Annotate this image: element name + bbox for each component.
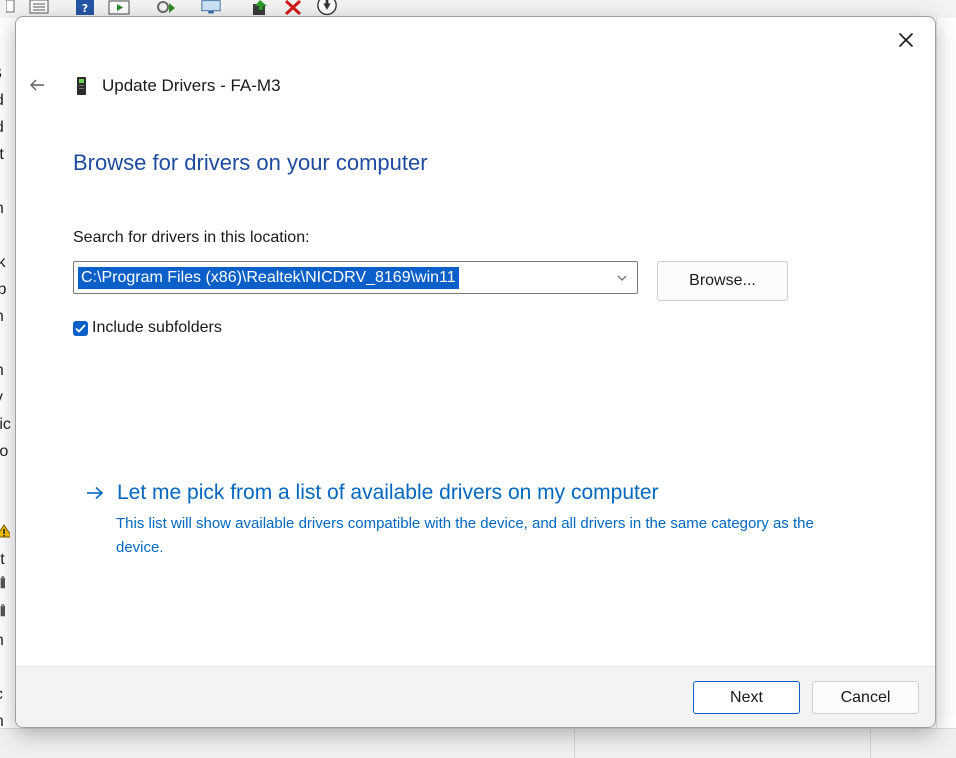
path-dropdown-button[interactable]	[609, 264, 635, 291]
monitor-icon[interactable]	[200, 0, 222, 16]
include-subfolders-label: Include subfolders	[92, 319, 222, 336]
download-icon[interactable]	[316, 0, 338, 16]
status-bar	[0, 728, 956, 758]
include-subfolders-checkbox[interactable]: Include subfolders	[73, 318, 222, 338]
pick-from-list-link[interactable]: Let me pick from a list of available dri…	[85, 479, 659, 507]
tree-item[interactable]: un	[0, 362, 4, 380]
pick-from-list-title[interactable]: Let me pick from a list of available dri…	[117, 479, 659, 507]
tree-item[interactable]: Mic	[0, 416, 11, 434]
help-icon[interactable]: ?	[74, 0, 96, 16]
driver-path-input[interactable]: C:\Program Files (x86)\Realtek\NICDRV_81…	[78, 267, 459, 289]
device-node-icon	[0, 604, 5, 617]
svg-text:?: ?	[82, 2, 88, 15]
back-button[interactable]	[26, 75, 48, 95]
dialog-footer: Next Cancel	[16, 666, 935, 727]
device-node-icon	[0, 576, 5, 589]
status-separator	[870, 729, 871, 758]
tree-item[interactable]: irn	[0, 308, 4, 326]
browse-button[interactable]: Browse...	[657, 261, 788, 301]
toolbar-partial-icon[interactable]	[0, 0, 22, 16]
uninstall-icon[interactable]	[282, 0, 304, 16]
tree-item[interactable]: an	[0, 200, 4, 218]
back-arrow-icon	[30, 79, 44, 91]
properties-icon[interactable]	[28, 0, 50, 16]
tree-item[interactable]: ey	[0, 389, 3, 407]
pick-from-list-description[interactable]: This list will show available drivers co…	[116, 512, 836, 560]
device-icon	[77, 77, 86, 95]
scan-hardware-icon[interactable]	[154, 0, 176, 16]
action-icon[interactable]	[108, 0, 130, 16]
arrow-right-icon	[85, 483, 105, 503]
close-button[interactable]	[889, 25, 923, 55]
next-button[interactable]: Next	[693, 681, 800, 714]
dialog-title: Update Drivers - FA-M3	[102, 76, 281, 95]
checkbox-checked[interactable]	[73, 320, 88, 336]
tree-item[interactable]: ud	[0, 92, 4, 110]
tree-item[interactable]: ud	[0, 119, 4, 137]
tree-item[interactable]: en	[0, 713, 4, 728]
tree-item[interactable]: ort	[0, 551, 5, 569]
background-scrollbar[interactable]	[936, 18, 956, 728]
tree-item[interactable]: rin	[0, 632, 4, 650]
status-separator	[574, 729, 575, 758]
chevron-down-icon	[617, 275, 627, 281]
tree-item[interactable]: att	[0, 146, 4, 164]
tree-item[interactable]: isk	[0, 254, 6, 272]
update-drivers-dialog: Update Drivers - FA-M3 Browse for driver…	[15, 16, 936, 728]
update-driver-icon[interactable]	[250, 0, 272, 16]
checkmark-icon	[75, 323, 86, 333]
close-icon	[898, 32, 914, 48]
driver-path-combobox[interactable]: C:\Program Files (x86)\Realtek\NICDRV_81…	[73, 261, 638, 294]
tree-item[interactable]: isp	[0, 281, 6, 299]
device-tree: -B ud ud att lu an or isk isp irn ur un …	[0, 18, 16, 728]
tree-item[interactable]: ec	[0, 686, 3, 704]
screen: ? -B ud ud att lu an or isk isp irn ur	[0, 0, 956, 758]
tree-item[interactable]: -B	[0, 65, 2, 83]
cancel-button[interactable]: Cancel	[812, 681, 919, 714]
tree-item[interactable]: Mo	[0, 443, 8, 461]
search-location-label: Search for drivers in this location:	[73, 229, 310, 246]
warning-icon	[0, 524, 10, 538]
page-heading: Browse for drivers on your computer	[73, 150, 428, 175]
